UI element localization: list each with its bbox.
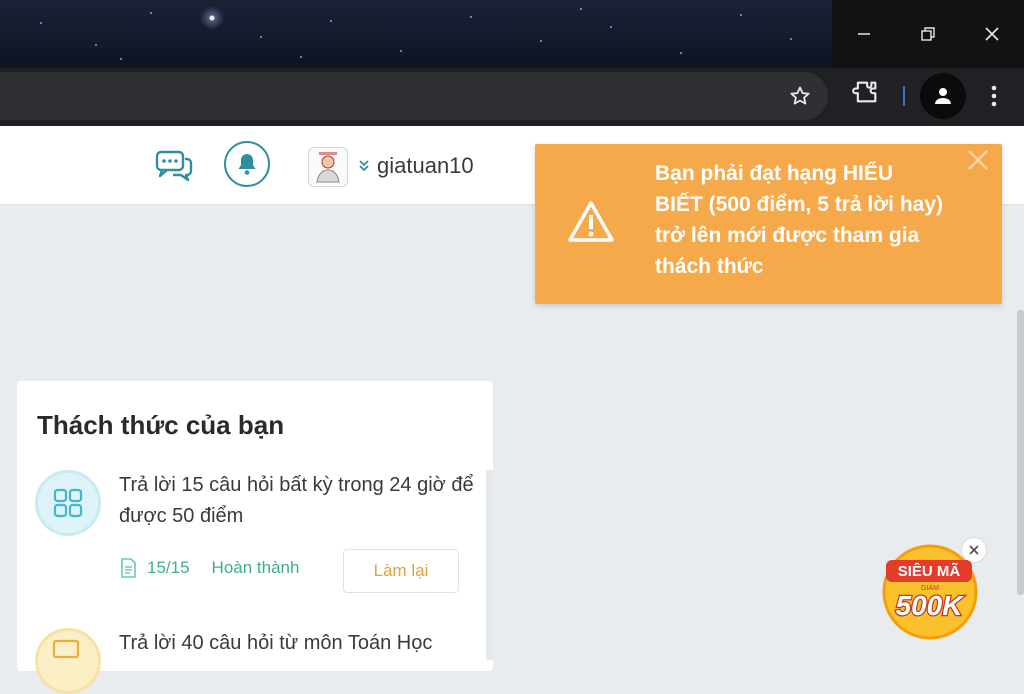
bell-icon [238, 154, 256, 175]
avatar-image [316, 152, 340, 183]
avatar[interactable] [308, 147, 348, 187]
toast-message: Bạn phải đạt hạng HIỂU BIẾT (500 điểm, 5… [655, 162, 944, 278]
restore-button[interactable] [896, 0, 960, 68]
address-bar[interactable] [0, 72, 828, 120]
warning-icon [568, 201, 614, 242]
redo-button[interactable]: Làm lại [343, 549, 459, 593]
star-icon[interactable] [788, 84, 812, 108]
card-scrollbar[interactable] [486, 470, 493, 660]
menu-icon[interactable] [982, 80, 1006, 112]
challenge-icon [35, 470, 101, 536]
promo-amount: 500K [896, 590, 965, 621]
chat-icon[interactable] [155, 149, 193, 183]
username: giatuan10 [377, 153, 474, 178]
progress-count: 15/15 [147, 558, 190, 577]
promo-close-button[interactable] [962, 538, 986, 562]
page-scrollbar[interactable] [1017, 310, 1024, 595]
card-title: Thách thức của bạn [37, 410, 285, 440]
close-icon[interactable] [966, 148, 990, 172]
document-icon [121, 558, 136, 578]
warning-toast: Bạn phải đạt hạng HIỂU BIẾT (500 điểm, 5… [535, 144, 1002, 304]
restore-icon [921, 27, 935, 41]
profile-button[interactable] [920, 73, 966, 119]
close-window-button[interactable] [960, 0, 1024, 68]
close-icon [969, 545, 979, 555]
challenge-description: Trả lời 15 câu hỏi bất kỳ trong 24 giờ đ… [119, 474, 474, 527]
toolbar-separator [903, 86, 905, 106]
user-menu[interactable]: giatuan10 [357, 152, 474, 180]
grid-icon [53, 488, 83, 518]
status-label: Hoàn thành [211, 558, 300, 577]
window-controls [832, 0, 1024, 68]
minimize-button[interactable] [832, 0, 896, 68]
challenge-icon-math [35, 628, 101, 694]
notification-button[interactable] [224, 141, 270, 187]
promo-line1: SIÊU MÃ [898, 562, 961, 580]
challenge-progress: 15/15 Hoàn thành [119, 558, 299, 578]
challenge-description: Trả lời 40 câu hỏi từ môn Toán Học [119, 632, 433, 654]
extensions-icon[interactable] [852, 78, 880, 106]
calculator-icon [52, 639, 80, 659]
profile-icon [935, 88, 951, 104]
close-icon [985, 27, 999, 41]
minimize-icon [858, 33, 870, 35]
double-chevron-down-icon [359, 160, 369, 172]
browser-titlebar [0, 0, 1024, 68]
